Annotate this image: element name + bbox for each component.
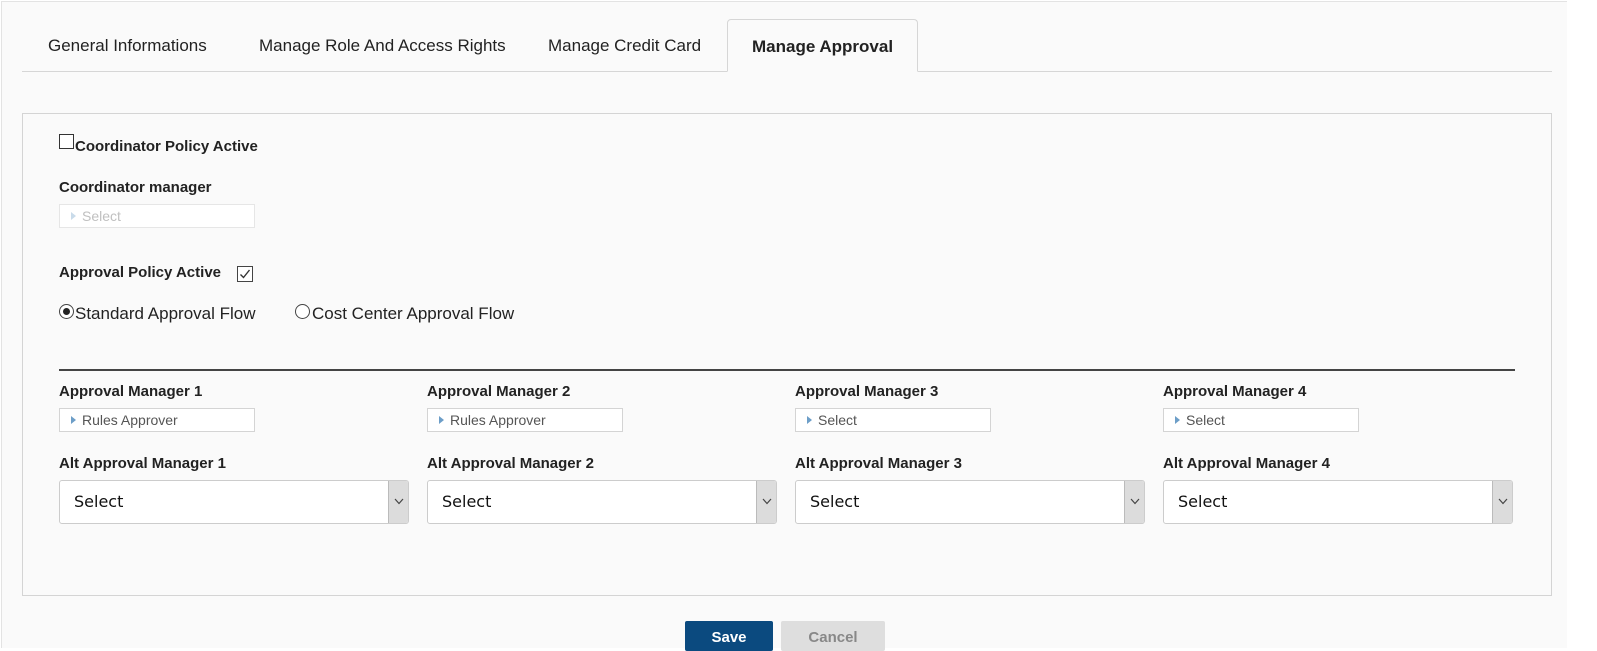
coordinator-manager-value: Select: [82, 208, 121, 224]
tab-general-informations[interactable]: General Informations: [48, 19, 207, 71]
alt-approval-manager-1-value: Select: [74, 492, 124, 511]
chevron-down-icon: [756, 481, 776, 523]
approval-manager-3-label: Approval Manager 3: [795, 383, 939, 400]
cost-center-approval-flow-radio[interactable]: [295, 304, 310, 319]
tab-manage-approval[interactable]: Manage Approval: [727, 19, 919, 72]
tab-manage-credit-card[interactable]: Manage Credit Card: [548, 19, 701, 71]
coordinator-policy-checkbox[interactable]: [59, 134, 74, 149]
checkmark-icon: [240, 269, 251, 279]
caret-right-icon: [439, 416, 444, 424]
tab-manage-role-and-access-rights[interactable]: Manage Role And Access Rights: [259, 19, 506, 71]
caret-right-icon: [807, 416, 812, 424]
coordinator-policy-label: Coordinator Policy Active: [75, 138, 258, 155]
approval-policy-checkbox[interactable]: [237, 266, 253, 282]
approval-manager-4-label: Approval Manager 4: [1163, 383, 1307, 400]
chevron-down-icon: [1124, 481, 1144, 523]
tab-bar: General Informations Manage Role And Acc…: [22, 19, 1552, 72]
standard-approval-flow-label: Standard Approval Flow: [75, 304, 256, 323]
approval-manager-1-value: Rules Approver: [82, 412, 178, 428]
alt-approval-manager-4-value: Select: [1178, 492, 1228, 511]
chevron-down-icon: [1492, 481, 1512, 523]
cancel-button[interactable]: Cancel: [781, 621, 885, 651]
approval-manager-2-value: Rules Approver: [450, 412, 546, 428]
alt-approval-manager-4-select[interactable]: Select: [1163, 480, 1513, 524]
caret-right-icon: [1175, 416, 1180, 424]
alt-approval-manager-3-select[interactable]: Select: [795, 480, 1145, 524]
alt-approval-manager-2-label: Alt Approval Manager 2: [427, 455, 594, 472]
save-button-label: Save: [711, 629, 747, 646]
approval-manager-2-label: Approval Manager 2: [427, 383, 571, 400]
standard-approval-flow-radio[interactable]: [59, 304, 74, 319]
caret-right-icon: [71, 416, 76, 424]
alt-approval-manager-3-label: Alt Approval Manager 3: [795, 455, 962, 472]
coordinator-manager-combo[interactable]: Select: [59, 204, 255, 228]
approval-manager-2-combo[interactable]: Rules Approver: [427, 408, 623, 432]
save-button[interactable]: Save: [685, 621, 773, 651]
approval-manager-4-value: Select: [1186, 412, 1225, 428]
section-divider: [59, 369, 1515, 371]
approval-policy-label: Approval Policy Active: [59, 264, 221, 281]
page: General Informations Manage Role And Acc…: [1, 1, 1567, 651]
cancel-button-label: Cancel: [808, 629, 858, 646]
approval-manager-1-combo[interactable]: Rules Approver: [59, 408, 255, 432]
caret-right-icon: [71, 212, 76, 220]
coordinator-manager-label: Coordinator manager: [59, 179, 212, 196]
alt-approval-manager-1-select[interactable]: Select: [59, 480, 409, 524]
approval-manager-4-combo[interactable]: Select: [1163, 408, 1359, 432]
alt-approval-manager-2-select[interactable]: Select: [427, 480, 777, 524]
alt-approval-manager-1-label: Alt Approval Manager 1: [59, 455, 226, 472]
alt-approval-manager-3-value: Select: [810, 492, 860, 511]
alt-approval-manager-4-label: Alt Approval Manager 4: [1163, 455, 1330, 472]
alt-approval-manager-2-value: Select: [442, 492, 492, 511]
chevron-down-icon: [388, 481, 408, 523]
approval-manager-3-combo[interactable]: Select: [795, 408, 991, 432]
approval-manager-1-label: Approval Manager 1: [59, 383, 203, 400]
approval-manager-3-value: Select: [818, 412, 857, 428]
cost-center-approval-flow-label: Cost Center Approval Flow: [312, 304, 515, 323]
